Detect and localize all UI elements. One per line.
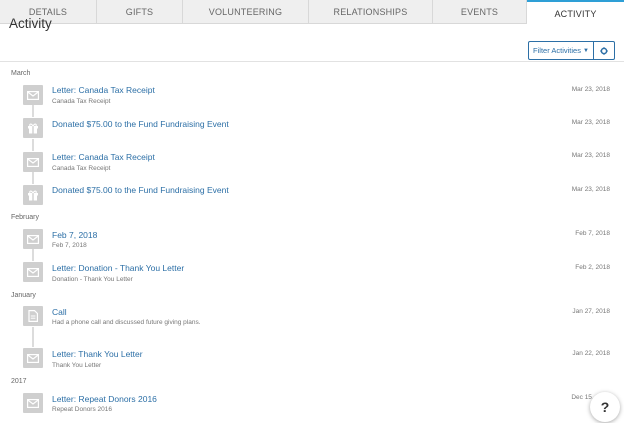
- timeline-connector: [32, 327, 34, 347]
- gear-icon: [600, 46, 608, 55]
- timeline-connector: [32, 249, 34, 261]
- timeline-connector: [32, 105, 34, 117]
- activity-subtitle: Donation - Thank You Letter: [52, 276, 133, 283]
- envelope-icon: [27, 267, 39, 277]
- page-title: Activity: [9, 16, 52, 31]
- record-tabs: DETAILS GIFTS VOLUNTEERING RELATIONSHIPS…: [0, 0, 624, 25]
- caret-down-icon: ▼: [582, 47, 589, 54]
- month-label: February: [11, 214, 40, 221]
- envelope-icon: [27, 234, 39, 244]
- activity-title-link[interactable]: Letter: Canada Tax Receipt: [52, 152, 155, 162]
- activity-title-link[interactable]: Letter: Repeat Donors 2016: [52, 394, 157, 404]
- activity-date: Mar 23, 2018: [571, 152, 610, 159]
- month-label: January: [11, 292, 36, 299]
- activity-title-link[interactable]: Feb 7, 2018: [52, 230, 97, 240]
- activity-icon: [23, 185, 43, 205]
- month-label: 2017: [11, 378, 27, 385]
- activity-date: Jan 27, 2018: [572, 308, 610, 315]
- activity-date: Mar 23, 2018: [571, 186, 610, 193]
- activity-title-link[interactable]: Letter: Donation - Thank You Letter: [52, 263, 184, 273]
- activity-icon: [23, 85, 43, 105]
- activity-icon: [23, 348, 43, 368]
- activity-date: Jan 22, 2018: [572, 350, 610, 357]
- envelope-icon: [27, 90, 39, 100]
- filter-activities-label: Filter Activities: [533, 46, 581, 55]
- activity-icon: [23, 229, 43, 249]
- activity-subtitle: Feb 7, 2018: [52, 242, 87, 249]
- activity-icon: [23, 262, 43, 282]
- activity-subtitle: Thank You Letter: [52, 362, 102, 369]
- tab-volunteering[interactable]: VOLUNTEERING: [183, 0, 309, 24]
- activity-subtitle: Had a phone call and discussed future gi…: [52, 319, 201, 326]
- activity-icon: [23, 306, 43, 326]
- activity-icon: [23, 118, 43, 138]
- activity-title-link[interactable]: Donated $75.00 to the Fund Fundraising E…: [52, 185, 229, 195]
- activity-title-link[interactable]: Donated $75.00 to the Fund Fundraising E…: [52, 119, 229, 129]
- activity-icon: [23, 152, 43, 172]
- filter-activities-button[interactable]: Filter Activities ▼: [528, 41, 594, 60]
- tab-activity[interactable]: ACTIVITY: [527, 0, 624, 25]
- settings-button[interactable]: [594, 41, 615, 60]
- month-label: March: [11, 70, 31, 77]
- activity-icon: [23, 393, 43, 413]
- envelope-icon: [27, 157, 39, 167]
- activity-date: Mar 23, 2018: [571, 119, 610, 126]
- tab-events[interactable]: EVENTS: [433, 0, 527, 24]
- activity-subtitle: Repeat Donors 2016: [52, 406, 112, 413]
- gift-icon: [28, 190, 38, 201]
- timeline-connector: [32, 139, 34, 151]
- activity-title-link[interactable]: Call: [52, 307, 67, 317]
- timeline-connector: [32, 172, 34, 184]
- activity-subtitle: Canada Tax Receipt: [52, 98, 111, 105]
- tab-gifts[interactable]: GIFTS: [97, 0, 183, 24]
- tab-relationships[interactable]: RELATIONSHIPS: [309, 0, 433, 24]
- envelope-icon: [27, 353, 39, 363]
- envelope-icon: [27, 398, 39, 408]
- activity-title-link[interactable]: Letter: Canada Tax Receipt: [52, 85, 155, 95]
- activity-title-link[interactable]: Letter: Thank You Letter: [52, 349, 143, 359]
- activity-date: Mar 23, 2018: [571, 86, 610, 93]
- activity-date: Feb 7, 2018: [575, 230, 610, 237]
- help-button[interactable]: ?: [590, 392, 620, 422]
- activity-date: Feb 2, 2018: [575, 264, 610, 271]
- activity-subtitle: Canada Tax Receipt: [52, 165, 111, 172]
- document-icon: [28, 310, 38, 322]
- gift-icon: [28, 123, 38, 134]
